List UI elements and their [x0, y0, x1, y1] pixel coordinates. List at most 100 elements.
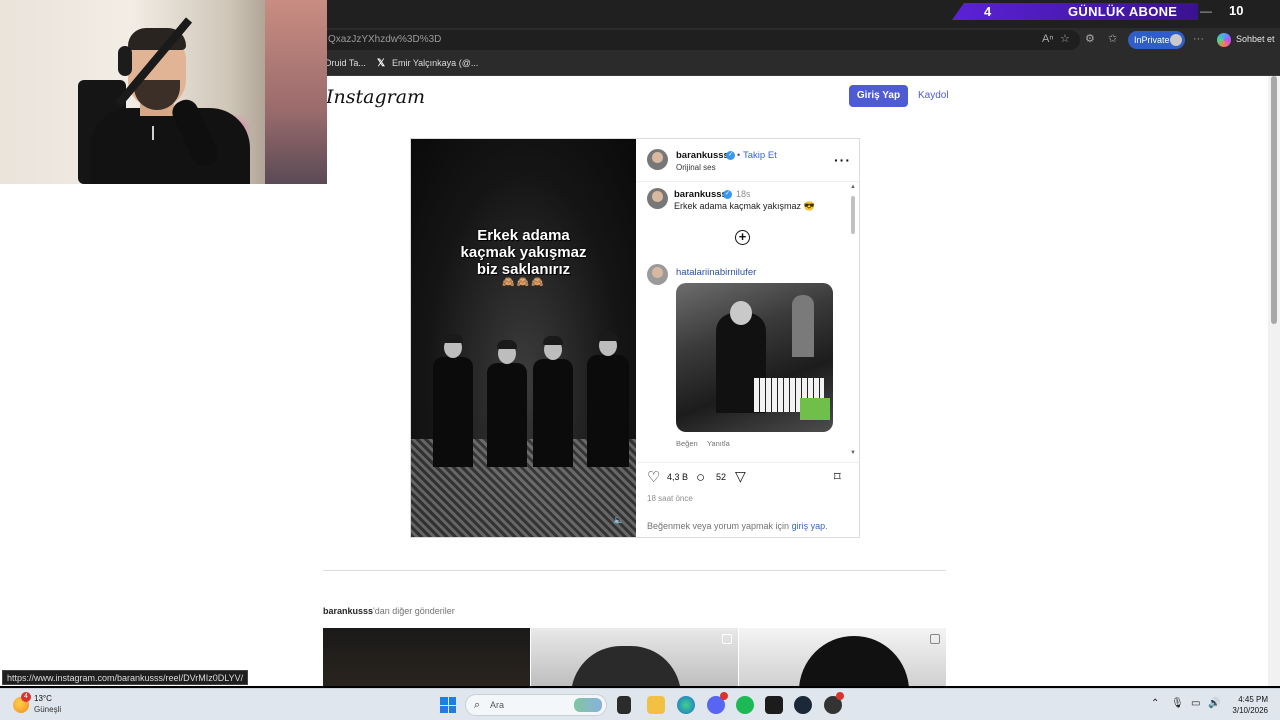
- singer-figure: [792, 295, 814, 357]
- chat-button[interactable]: Sohbet et: [1236, 34, 1275, 44]
- comments-panel: barankusss ✓ 18s Erkek adama kaçmak yakı…: [636, 184, 859, 460]
- weather-badge: 4: [21, 692, 31, 702]
- reel-caption-line: Erkek adama: [477, 227, 570, 244]
- comment-like-button[interactable]: Beğen: [676, 439, 698, 448]
- person-figure: [533, 359, 573, 467]
- person-hair: [598, 332, 618, 341]
- sticker-icon: [800, 398, 830, 420]
- audio-label[interactable]: Orijinal ses: [676, 163, 716, 172]
- thumbnail-subject: [571, 646, 681, 686]
- microphone-tray-icon[interactable]: 🎙: [1171, 698, 1184, 709]
- copilot-icon[interactable]: [1217, 33, 1231, 47]
- comment-icon[interactable]: ○: [696, 470, 705, 485]
- start-icon[interactable]: [440, 697, 456, 713]
- profile-avatar: [1170, 34, 1182, 46]
- favorites-icon[interactable]: ✩: [1108, 33, 1117, 45]
- edge-icon[interactable]: [677, 696, 695, 714]
- person-hair: [497, 340, 517, 349]
- streamer-necklace: [152, 126, 154, 140]
- commenter-username[interactable]: hatalariinabirnilufer: [676, 267, 756, 278]
- comment-count: 52: [716, 472, 727, 482]
- extensions-icon[interactable]: ⚙: [1085, 33, 1095, 45]
- scroll-up-icon[interactable]: ▲: [850, 184, 856, 190]
- reel-emoji: 🙈🙈🙈: [502, 277, 546, 288]
- caption-username[interactable]: barankusss: [674, 189, 727, 200]
- x-logo-icon: 𝕏: [377, 58, 386, 69]
- person-figure: [487, 363, 527, 467]
- commenter-avatar[interactable]: [647, 264, 668, 285]
- login-button[interactable]: Giriş Yap: [849, 85, 908, 107]
- more-posts-user[interactable]: barankusss: [323, 606, 373, 616]
- network-icon[interactable]: ▭: [1191, 698, 1200, 709]
- more-options-icon[interactable]: ···: [834, 152, 851, 168]
- read-aloud-icon[interactable]: A​ⁿ: [1042, 33, 1053, 45]
- more-posts-suffix: 'dan diğer gönderiler: [373, 606, 455, 616]
- caption-avatar[interactable]: [647, 188, 668, 209]
- comment-reply-button[interactable]: Yanıtla: [707, 439, 730, 448]
- taskbar-search[interactable]: ⌕ Ara: [465, 694, 607, 716]
- search-icon: ⌕: [474, 699, 481, 711]
- window-corner-number: 10: [1229, 3, 1244, 18]
- more-menu-icon[interactable]: ···: [1193, 33, 1204, 45]
- page-scrollbar[interactable]: [1268, 76, 1280, 686]
- verified-icon: ✓: [723, 190, 732, 199]
- person-hair: [543, 336, 563, 345]
- webcam-overlay: [0, 0, 327, 184]
- signup-link[interactable]: Kaydol: [918, 90, 949, 101]
- heart-icon[interactable]: ♡: [647, 470, 660, 485]
- post-actions: ♡ 4,3 B ○ 52 ▽ ⌑ 18 saat önce: [636, 469, 859, 509]
- scroll-down-icon[interactable]: ▼: [850, 450, 856, 456]
- url-field[interactable]: QxazJzYXhzdw%3D%3D: [320, 30, 1080, 50]
- file-explorer-icon[interactable]: [647, 696, 665, 714]
- bookmark-item[interactable]: Druid Ta...: [325, 58, 366, 68]
- volume-icon[interactable]: 🔈: [613, 515, 625, 527]
- author-username[interactable]: barankusss: [676, 150, 729, 161]
- comment-image[interactable]: [676, 283, 833, 432]
- task-view-icon[interactable]: [617, 696, 631, 714]
- webcam-wall: [265, 0, 327, 184]
- favorite-star-icon[interactable]: ☆: [1060, 33, 1070, 45]
- login-hint-suffix: .: [825, 521, 828, 531]
- load-more-icon[interactable]: +: [735, 230, 750, 245]
- steam-icon[interactable]: [794, 696, 812, 714]
- login-hint-link[interactable]: giriş yap: [792, 521, 826, 531]
- tray-overflow-icon[interactable]: ⌃: [1151, 698, 1159, 709]
- follow-button[interactable]: Takip Et: [743, 150, 777, 161]
- inprivate-badge[interactable]: InPrivate: [1128, 31, 1185, 49]
- post-thumbnail[interactable]: [323, 628, 530, 686]
- login-hint-text: Beğenmek veya yorum yapmak için: [647, 521, 792, 531]
- comments-scrollbar[interactable]: ▲ ▼: [850, 184, 856, 456]
- headset-icon: [118, 46, 132, 76]
- subscriber-label: GÜNLÜK ABONE: [1068, 4, 1178, 19]
- post-time: 18 saat önce: [647, 494, 693, 503]
- bookmark-icon[interactable]: ⌑: [834, 469, 841, 484]
- comments-scroll-thumb[interactable]: [851, 196, 855, 234]
- share-icon[interactable]: ▽: [735, 469, 746, 484]
- header-divider: [636, 181, 859, 182]
- author-avatar[interactable]: [647, 149, 668, 170]
- clock[interactable]: 4:45 PM 3/10/2026: [1230, 694, 1268, 716]
- reel-overlay-text: Erkek adama kaçmak yakışmaz biz saklanır…: [411, 227, 636, 278]
- status-bar-url: https://www.instagram.com/barankusss/ree…: [2, 670, 249, 685]
- inprivate-label: InPrivate: [1134, 35, 1170, 45]
- bookmark-item[interactable]: Emir Yalçınkaya (@...: [392, 58, 478, 68]
- reel-caption-line: kaçmak yakışmaz: [460, 244, 587, 261]
- clock-date: 3/10/2026: [1232, 706, 1268, 715]
- more-posts-title: barankusss'dan diğer gönderiler: [323, 606, 455, 616]
- minimize-icon[interactable]: —: [1200, 4, 1212, 18]
- multi-post-icon: [722, 634, 732, 644]
- weather-condition[interactable]: Güneşli: [34, 705, 61, 714]
- discord-badge: [720, 692, 728, 700]
- reel-video[interactable]: Erkek adama kaçmak yakışmaz biz saklanır…: [411, 139, 636, 537]
- post-thumbnail[interactable]: [739, 628, 946, 686]
- terminal-icon[interactable]: [765, 696, 783, 714]
- volume-tray-icon[interactable]: 🔊: [1208, 698, 1220, 709]
- weather-temperature[interactable]: 13°C: [34, 694, 52, 703]
- person-figure: [587, 355, 629, 467]
- post-thumbnail[interactable]: [531, 628, 738, 686]
- reel-caption-line: biz saklanırız: [476, 261, 571, 278]
- spotify-icon[interactable]: [736, 696, 754, 714]
- instagram-logo[interactable]: Instagram: [326, 86, 425, 108]
- windows-taskbar: 4 13°C Güneşli ⌕ Ara ⌃ 🎙 ▭ 🔊 4:45 PM 3/1…: [0, 688, 1280, 720]
- page-scroll-thumb[interactable]: [1271, 76, 1277, 324]
